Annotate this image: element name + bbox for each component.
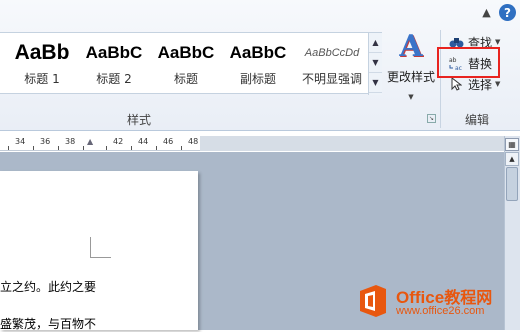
styles-group-label: 样式 <box>127 113 152 127</box>
ruler-tick <box>156 146 157 150</box>
chevron-down-icon: ▼ <box>495 38 501 46</box>
chevron-down-icon: ▼ <box>408 93 414 101</box>
gallery-up-icon[interactable]: ▲ <box>369 33 382 53</box>
replace-highlight-box <box>437 47 500 78</box>
ruler-tick <box>131 146 132 150</box>
ruler-tick <box>33 146 34 150</box>
change-styles-label: 更改样式 <box>386 70 435 84</box>
style-sample: AaBbC <box>157 43 215 62</box>
ruler-margin-area <box>200 136 504 151</box>
style-name: 标题 <box>173 72 198 86</box>
horizontal-ruler[interactable]: 34 36 38 ▲ 42 44 46 48 <box>0 136 200 151</box>
ruler-tick <box>8 146 9 150</box>
style-subtle-emphasis[interactable]: AaBbCcDd 不明显强调 <box>298 36 366 92</box>
cursor-icon <box>448 76 464 92</box>
ruler-tick <box>181 146 182 150</box>
ruler-number: 46 <box>163 137 174 146</box>
style-name: 标题 2 <box>96 72 132 86</box>
ruler-tick <box>106 146 107 150</box>
style-name: 标题 1 <box>24 72 60 86</box>
office-logo-icon <box>360 285 386 317</box>
ruler-number: 34 <box>15 137 26 146</box>
style-name: 不明显强调 <box>301 72 362 86</box>
style-heading-1[interactable]: AaBb 标题 1 <box>10 36 74 92</box>
styles-gallery: AaBb 标题 1 AaBbC 标题 2 AaBbC 标题 AaBbC 副标题 … <box>0 32 382 95</box>
gallery-more-icon[interactable]: ▼ <box>369 73 382 93</box>
ruler-number: 42 <box>113 137 124 146</box>
indent-marker-icon[interactable]: ▲ <box>87 137 93 146</box>
gallery-down-icon[interactable]: ▼ <box>369 53 382 73</box>
scroll-up-icon[interactable]: ▲ <box>505 152 519 166</box>
ruler-tick <box>58 146 59 150</box>
style-title[interactable]: AaBbC 标题 <box>154 36 218 92</box>
select-label: 选择 <box>468 77 493 92</box>
style-heading-2[interactable]: AaBbC 标题 2 <box>82 36 146 92</box>
watermark-url: www.office26.com <box>396 305 485 317</box>
ruler-tick <box>83 146 84 150</box>
watermark: Office教程网 www.office26.com <box>356 283 516 323</box>
ruler-number: 48 <box>188 137 199 146</box>
document-text-line[interactable]: 盛繁茂，与百物不 <box>0 315 96 332</box>
ribbon-topbar: ▲ ? <box>0 0 520 26</box>
minimize-ribbon-icon[interactable]: ▲ <box>478 4 495 21</box>
style-sample: AaBbC <box>229 43 287 62</box>
ruler-number: 36 <box>40 137 51 146</box>
ribbon: ▲ ? AaBb 标题 1 AaBbC 标题 2 AaBbC 标题 AaBbC … <box>0 0 520 131</box>
style-sample: AaBbC <box>85 43 143 62</box>
gallery-scroller: ▲ ▼ ▼ <box>368 33 382 95</box>
text-boundary-mark <box>90 237 111 258</box>
change-styles-button[interactable]: A 更改样式 ▼ <box>385 29 437 102</box>
document-text-line[interactable]: 立之约。此约之要 <box>0 278 96 295</box>
style-name: 副标题 <box>239 72 276 86</box>
view-ruler-icon[interactable]: ▦ <box>505 138 519 151</box>
help-icon[interactable]: ? <box>499 4 516 21</box>
chevron-down-icon: ▼ <box>495 80 501 88</box>
dialog-launcher-icon[interactable]: ↘ <box>427 114 436 123</box>
ruler-number: 44 <box>138 137 149 146</box>
style-subtitle[interactable]: AaBbC 副标题 <box>226 36 290 92</box>
ruler-number: 38 <box>65 137 76 146</box>
editing-group-label: 编辑 <box>465 113 490 127</box>
group-divider <box>440 30 441 128</box>
change-styles-icon: A <box>399 29 423 64</box>
scroll-thumb[interactable] <box>506 167 518 201</box>
style-sample: AaBb <box>14 41 70 64</box>
style-sample: AaBbCcDd <box>304 47 360 59</box>
